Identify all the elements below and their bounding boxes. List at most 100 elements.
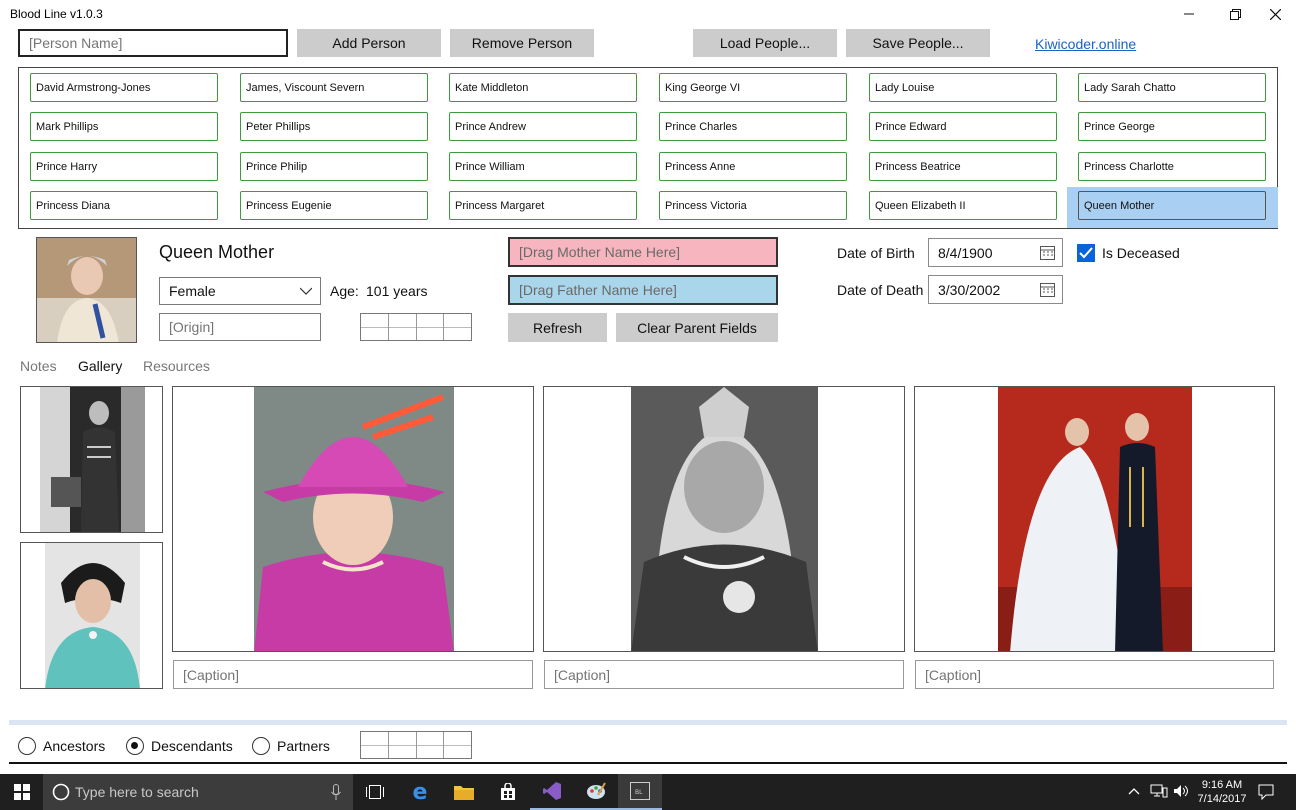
person-color-tiles[interactable]: [360, 313, 472, 341]
person-card[interactable]: Prince Harry: [30, 152, 218, 181]
person-card[interactable]: Lady Louise: [869, 73, 1057, 102]
person-card[interactable]: King George VI: [659, 73, 847, 102]
tab-notes[interactable]: Notes: [20, 358, 57, 374]
origin-input[interactable]: [159, 313, 321, 341]
clock-date: 7/14/2017: [1197, 793, 1247, 805]
task-view-icon: [366, 785, 384, 799]
volume-button[interactable]: [1173, 784, 1189, 801]
person-card[interactable]: Princess Beatrice: [869, 152, 1057, 181]
descendants-radio[interactable]: [126, 737, 144, 755]
restore-icon: [1229, 8, 1241, 20]
title-bar: Blood Line v1.0.3: [0, 0, 1296, 28]
save-people-button[interactable]: Save People...: [846, 29, 990, 57]
caption-input[interactable]: [173, 660, 533, 689]
person-card[interactable]: Prince Edward: [869, 112, 1057, 141]
person-card[interactable]: Prince George: [1078, 112, 1266, 141]
store-bag-icon: [501, 783, 515, 800]
person-card[interactable]: Prince Philip: [240, 152, 428, 181]
dod-value: 3/30/2002: [938, 281, 1001, 298]
close-button[interactable]: [1252, 0, 1296, 28]
person-card[interactable]: Princess Margaret: [449, 191, 637, 220]
ancestors-label: Ancestors: [43, 738, 106, 754]
tab-resources[interactable]: Resources: [143, 358, 210, 374]
taskbar-search[interactable]: Type here to search: [43, 774, 353, 810]
gallery-thumbnail[interactable]: [20, 542, 163, 689]
person-card[interactable]: Queen Elizabeth II: [869, 191, 1057, 220]
portrait-image: [37, 238, 136, 342]
edge-button[interactable]: e: [398, 774, 442, 810]
dob-value: 8/4/1900: [938, 244, 993, 261]
gallery-thumbnail[interactable]: [20, 386, 163, 533]
task-view-button[interactable]: [353, 774, 397, 810]
app-window-icon: BL: [630, 782, 650, 800]
kiwicoder-link[interactable]: Kiwicoder.online: [1035, 36, 1136, 52]
person-card[interactable]: Queen Mother: [1078, 191, 1266, 220]
chevron-down-icon: [300, 287, 312, 295]
person-card[interactable]: Kate Middleton: [449, 73, 637, 102]
volume-icon: [1174, 785, 1188, 797]
visual-studio-button[interactable]: [530, 774, 574, 810]
add-person-button[interactable]: Add Person: [297, 29, 441, 57]
caption-input[interactable]: [544, 660, 904, 689]
person-card[interactable]: Princess Victoria: [659, 191, 847, 220]
partners-radio[interactable]: [252, 737, 270, 755]
father-drop-zone[interactable]: [Drag Father Name Here]: [508, 275, 778, 305]
dod-label: Date of Death: [837, 282, 924, 298]
view-color-tiles[interactable]: [360, 731, 472, 759]
show-hidden-icons-button[interactable]: [1128, 786, 1140, 798]
age-label: Age:: [330, 283, 359, 299]
people-grid: David Armstrong-Jones James, Viscount Sev…: [18, 67, 1278, 229]
person-card[interactable]: Lady Sarah Chatto: [1078, 73, 1266, 102]
tab-gallery[interactable]: Gallery: [78, 358, 122, 374]
load-people-button[interactable]: Load People...: [693, 29, 837, 57]
edge-icon: e: [412, 779, 428, 805]
gallery-image-frame[interactable]: [914, 386, 1275, 652]
network-button[interactable]: [1150, 784, 1168, 801]
person-card[interactable]: Princess Eugenie: [240, 191, 428, 220]
svg-text:BL: BL: [635, 789, 643, 796]
gender-select[interactable]: Female: [159, 277, 321, 305]
person-card[interactable]: Princess Charlotte: [1078, 152, 1266, 181]
refresh-button[interactable]: Refresh: [508, 313, 607, 342]
action-center-button[interactable]: [1258, 784, 1274, 803]
dob-picker[interactable]: 8/4/1900: [928, 238, 1063, 267]
minimize-button[interactable]: [1166, 0, 1212, 28]
gender-value: Female: [169, 283, 216, 299]
gallery-image: [254, 387, 454, 651]
clock[interactable]: 9:16 AM 7/14/2017: [1197, 778, 1247, 806]
thumbnail-image: [45, 543, 140, 688]
network-icon: [1150, 784, 1168, 798]
gallery-image: [998, 387, 1192, 651]
gallery-image-frame[interactable]: [543, 386, 905, 652]
clear-parent-fields-button[interactable]: Clear Parent Fields: [616, 313, 778, 342]
caption-input[interactable]: [915, 660, 1274, 689]
person-card[interactable]: Princess Diana: [30, 191, 218, 220]
person-name-input[interactable]: [18, 29, 288, 57]
gallery-image: [631, 387, 818, 651]
age-value: 101 years: [366, 283, 428, 299]
file-explorer-button[interactable]: [442, 774, 486, 810]
person-card[interactable]: David Armstrong-Jones: [30, 73, 218, 102]
search-placeholder: Type here to search: [75, 784, 199, 800]
is-deceased-checkbox[interactable]: [1077, 244, 1095, 262]
person-card[interactable]: Prince William: [449, 152, 637, 181]
gallery-image-frame[interactable]: [172, 386, 534, 652]
person-card[interactable]: James, Viscount Severn: [240, 73, 428, 102]
start-button[interactable]: [0, 774, 44, 810]
close-icon: [1269, 8, 1281, 20]
is-deceased-label: Is Deceased: [1102, 245, 1180, 261]
store-button[interactable]: [486, 774, 530, 810]
remove-person-button[interactable]: Remove Person: [450, 29, 594, 57]
person-card[interactable]: Peter Phillips: [240, 112, 428, 141]
ancestors-radio[interactable]: [18, 737, 36, 755]
person-card[interactable]: Mark Phillips: [30, 112, 218, 141]
person-card[interactable]: Prince Andrew: [449, 112, 637, 141]
mother-drop-zone[interactable]: [Drag Mother Name Here]: [508, 237, 778, 267]
person-card[interactable]: Princess Anne: [659, 152, 847, 181]
person-card[interactable]: Prince Charles: [659, 112, 847, 141]
window-title: Blood Line v1.0.3: [10, 7, 103, 21]
bloodline-app-button[interactable]: BL: [618, 774, 662, 810]
paint-button[interactable]: [574, 774, 618, 810]
minimize-icon: [1184, 13, 1194, 15]
dod-picker[interactable]: 3/30/2002: [928, 275, 1063, 304]
